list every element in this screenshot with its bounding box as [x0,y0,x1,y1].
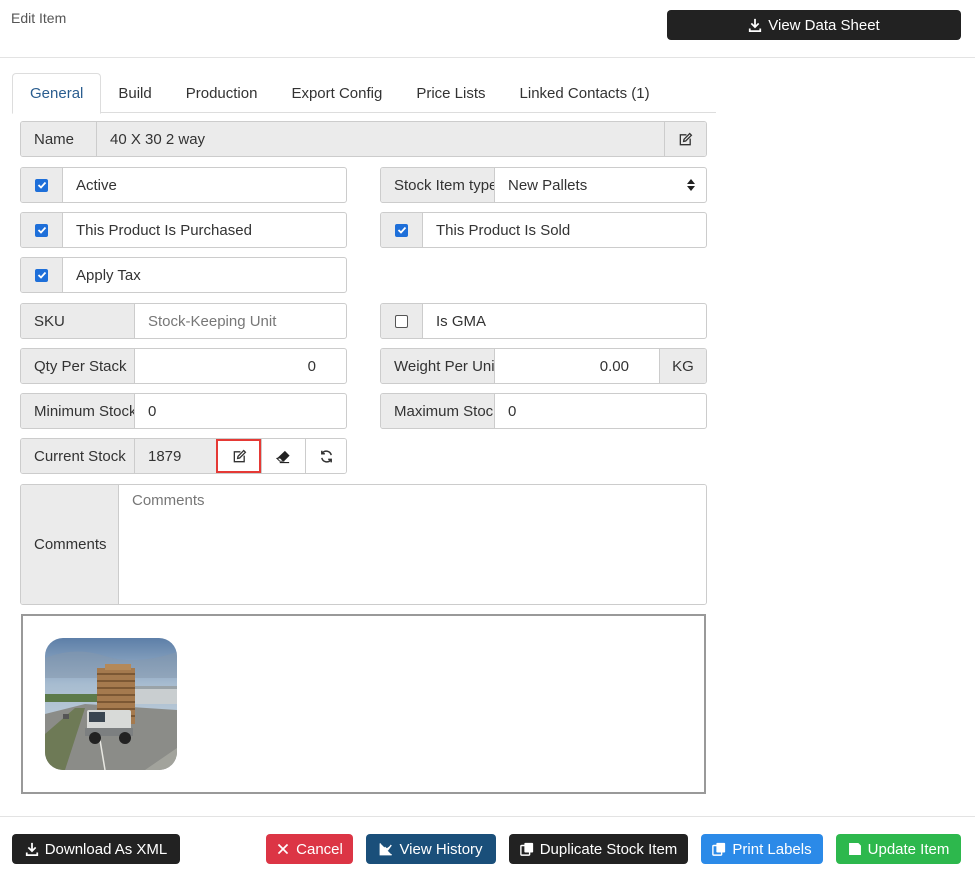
current-stock-field: Current Stock 1879 [20,438,347,474]
refresh-icon [320,449,332,463]
is-gma-label: Is GMA [436,312,487,330]
active-field: Active [20,167,347,203]
check-icon [37,181,46,189]
line-chart-icon [380,843,393,856]
weight-per-unit-input[interactable]: 0.00 [495,349,659,383]
apply-tax-label: Apply Tax [76,266,141,284]
stock-item-type-label: Stock Item type [381,168,495,202]
stock-item-type-select[interactable]: New Pallets [495,168,676,202]
view-data-sheet-button[interactable]: View Data Sheet [667,10,961,40]
clear-stock-button[interactable] [261,439,305,473]
tab-general[interactable]: General [12,73,102,114]
cancel-label: Cancel [296,840,343,858]
is-gma-checkbox[interactable] [395,314,408,328]
view-history-label: View History [399,840,483,858]
image-upload-area[interactable] [21,614,706,794]
tab-price-lists[interactable]: Price Lists [399,73,502,113]
sku-input[interactable]: Stock-Keeping Unit [135,304,346,338]
comments-label: Comments [21,485,119,604]
copy-icon [519,842,533,856]
name-label: Name [21,122,97,156]
maximum-stock-field: Maximum Stock 0 [380,393,707,429]
save-icon [848,843,861,855]
purchased-field: This Product Is Purchased [20,212,347,248]
close-icon [277,843,289,855]
sold-field: This Product Is Sold [380,212,707,248]
name-input[interactable]: 40 X 30 2 way [97,122,664,156]
apply-tax-field: Apply Tax [20,257,347,293]
tab-bar: General Build Production Export Config P… [12,73,716,114]
product-image [45,638,177,770]
name-field: Name 40 X 30 2 way [20,121,707,157]
stock-item-type-field: Stock Item type New Pallets [380,167,707,203]
download-xml-button[interactable]: Download As XML [12,834,180,864]
apply-tax-checkbox[interactable] [35,268,48,282]
comments-textarea[interactable] [119,485,706,604]
tab-production[interactable]: Production [169,73,275,113]
active-checkbox[interactable] [35,178,48,192]
weight-per-unit-field: Weight Per Unit 0.00 KG [380,348,707,384]
qty-per-stack-label: Qty Per Stack [21,349,135,383]
is-gma-field: Is GMA [380,303,707,339]
cancel-button[interactable]: Cancel [266,834,353,864]
sold-label: This Product Is Sold [436,221,571,239]
view-data-sheet-label: View Data Sheet [768,16,880,34]
edit-icon [679,132,693,145]
edit-icon [233,449,246,462]
download-icon [25,842,38,856]
minimum-stock-input[interactable]: 0 [135,394,346,428]
print-labels-button[interactable]: Print Labels [701,834,823,864]
purchased-label: This Product Is Purchased [76,221,252,239]
qty-per-stack-input[interactable]: 0 [135,349,346,383]
download-xml-label: Download As XML [44,840,168,858]
minimum-stock-field: Minimum Stock 0 [20,393,347,429]
weight-unit-label: KG [659,349,706,383]
weight-per-unit-label: Weight Per Unit [381,349,495,383]
update-item-label: Update Item [867,840,950,858]
qty-per-stack-field: Qty Per Stack 0 [20,348,347,384]
check-icon [397,226,406,234]
comments-field: Comments [20,484,707,605]
download-icon [749,18,762,32]
purchased-checkbox[interactable] [35,223,48,237]
duplicate-stock-item-button[interactable]: Duplicate Stock Item [509,834,688,864]
footer-divider [0,816,975,817]
view-history-button[interactable]: View History [366,834,496,864]
check-icon [37,271,46,279]
current-stock-label: Current Stock [21,439,135,473]
sku-field: SKU Stock-Keeping Unit [20,303,347,339]
tab-build[interactable]: Build [101,73,168,113]
sku-label: SKU [21,304,135,338]
copy-icon [712,842,726,856]
tab-linked-contacts[interactable]: Linked Contacts (1) [503,73,667,113]
page-title: Edit Item [11,10,67,26]
print-labels-label: Print Labels [732,840,812,858]
active-label: Active [76,176,117,194]
edit-name-button[interactable] [664,122,706,156]
minimum-stock-label: Minimum Stock [21,394,135,428]
current-stock-value: 1879 [135,439,216,473]
refresh-stock-button[interactable] [305,439,346,473]
eraser-icon [276,450,290,463]
select-arrows-icon [676,168,706,202]
sold-checkbox[interactable] [395,223,408,237]
update-item-button[interactable]: Update Item [836,834,961,864]
tab-export-config[interactable]: Export Config [274,73,399,113]
edit-stock-button[interactable] [216,439,261,473]
header-divider [0,57,975,58]
duplicate-stock-item-label: Duplicate Stock Item [539,840,678,858]
maximum-stock-label: Maximum Stock [381,394,495,428]
maximum-stock-input[interactable]: 0 [495,394,706,428]
check-icon [37,226,46,234]
